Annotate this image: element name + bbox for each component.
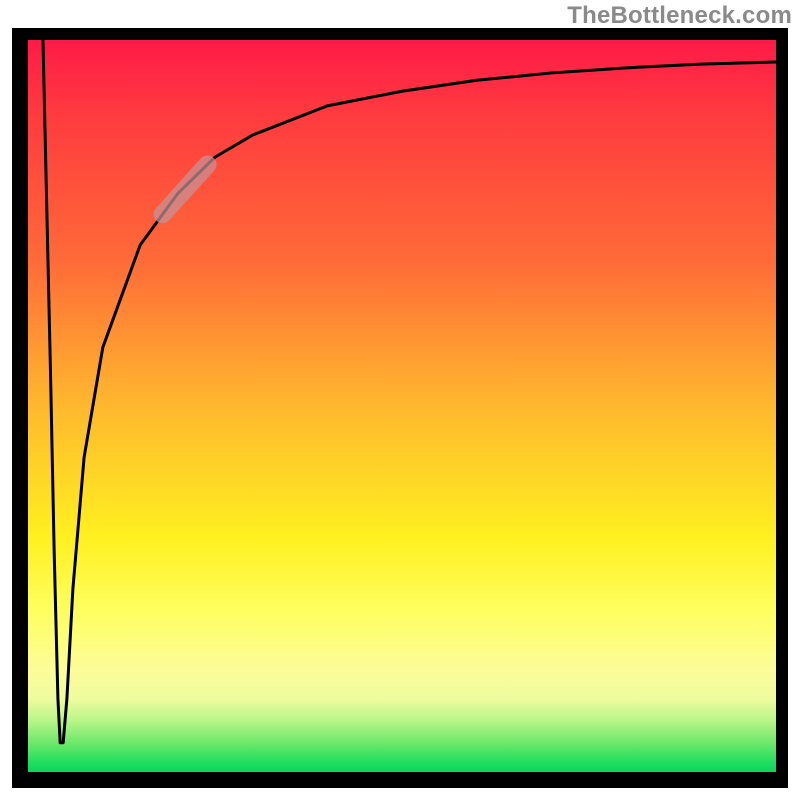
plot-frame: [12, 28, 788, 788]
chart-stage: TheBottleneck.com: [0, 0, 800, 800]
curve-svg: [28, 40, 776, 772]
watermark-text: TheBottleneck.com: [567, 2, 792, 30]
data-curve: [43, 40, 776, 743]
highlight-segment: [163, 164, 208, 214]
